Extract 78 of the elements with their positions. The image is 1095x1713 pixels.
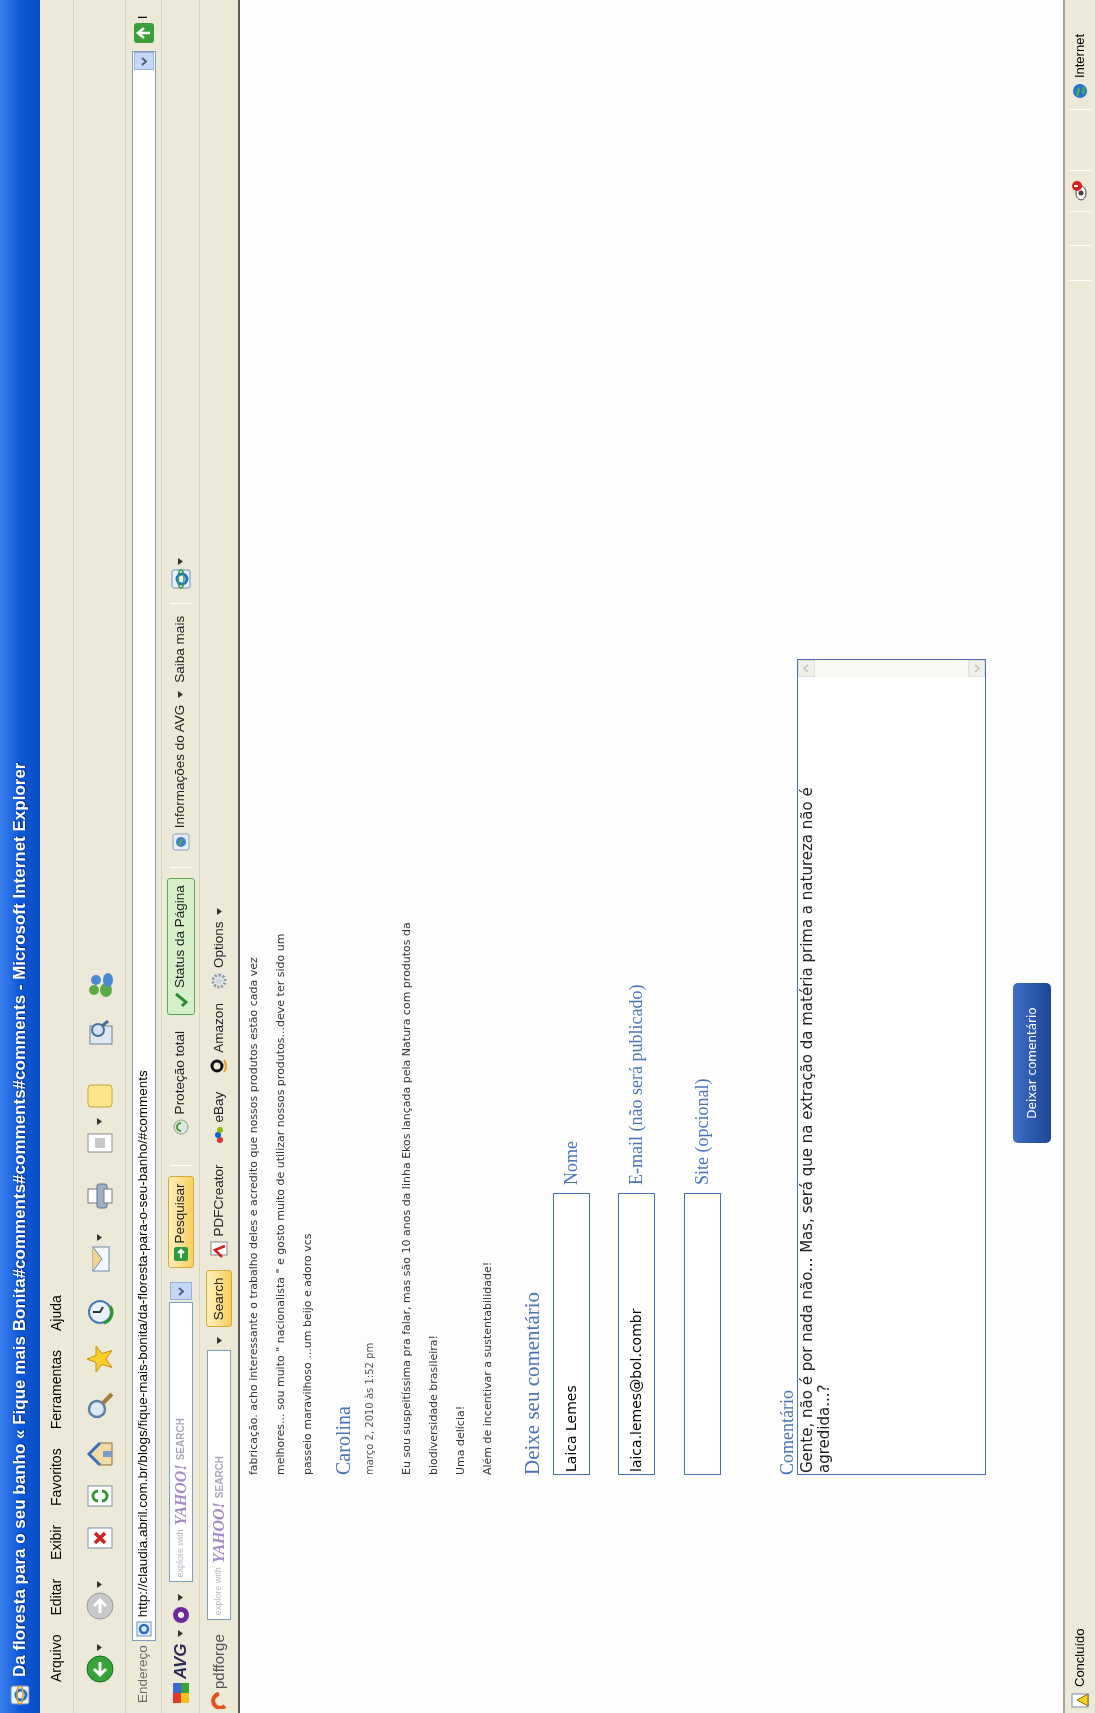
- field-label: Site (opcional): [691, 1078, 713, 1185]
- caret-icon[interactable]: [97, 1234, 102, 1241]
- info-menu-button[interactable]: Informações do AVG: [170, 690, 191, 852]
- swirl-logo-icon: [210, 1691, 228, 1709]
- go-label[interactable]: I: [133, 15, 154, 20]
- search-button[interactable]: Search: [206, 1270, 232, 1328]
- browser-icon[interactable]: [170, 568, 191, 589]
- caret-icon[interactable]: [97, 1644, 102, 1651]
- chevron-down-icon: [140, 56, 147, 66]
- browser-icon: [10, 1685, 30, 1705]
- search-button[interactable]: Pesquisar: [167, 1176, 194, 1269]
- back-icon[interactable]: [85, 1655, 114, 1683]
- caret-icon[interactable]: [216, 1337, 222, 1345]
- stop-icon[interactable]: [85, 1524, 114, 1552]
- comment-text: Uma delícia!: [453, 1405, 468, 1475]
- check-icon: [172, 992, 189, 1009]
- options-button[interactable]: Options: [208, 907, 230, 990]
- text-field[interactable]: Laica Lemes: [553, 1193, 590, 1475]
- chevron-down-icon: [177, 1286, 184, 1296]
- brand-logo: pdfforge: [208, 1634, 228, 1689]
- go-icon[interactable]: [133, 23, 154, 44]
- gear-icon: [211, 973, 227, 990]
- brand-logo: AVG: [169, 1643, 191, 1679]
- menu-item[interactable]: Favoritos: [46, 1447, 67, 1507]
- globe-icon: [171, 833, 190, 852]
- menu-item[interactable]: Ajuda: [46, 1294, 67, 1332]
- star-icon[interactable]: [85, 1345, 114, 1373]
- globe-icon: [1072, 83, 1088, 100]
- comment-date: março 2, 2010 às 1:52 pm: [363, 1342, 376, 1475]
- printer-icon[interactable]: [85, 1182, 114, 1210]
- learn-more-link[interactable]: Saiba mais: [170, 615, 191, 683]
- shield-icon: [172, 1119, 189, 1136]
- page-icon: [135, 1621, 152, 1638]
- dropdown-button[interactable]: [133, 52, 154, 71]
- field-label: Comentário: [777, 1390, 797, 1475]
- comment-text: Além de incentivar a sustentabilidade!: [480, 1261, 495, 1475]
- pdf-button[interactable]: PDFCreator: [208, 1164, 230, 1259]
- dropdown-button[interactable]: [169, 1282, 192, 1301]
- caret-icon[interactable]: [178, 557, 183, 565]
- comment-author: Carolina: [331, 1406, 355, 1475]
- comment-text: Eu sou suspeitíssima pra falar, mas são 10 anos da linha Ekos lançada pela Natura com produtos da biodiversidade brasileira!: [399, 922, 441, 1475]
- page-warning-icon: [1071, 1691, 1089, 1709]
- comment-text: fabricação. acho interessante o trabalho deles e acredito que nossos produtos estão cada vez melhores... sou muito " nacionalista " e gosto muito de utilizar nossos produtos...deve ter sido um passeio maravilhoso ...um beijo e adoro vcs: [246, 933, 315, 1475]
- caret-icon[interactable]: [97, 1118, 102, 1125]
- history-icon[interactable]: [85, 1298, 114, 1326]
- menu-item[interactable]: Arquivo: [46, 1633, 67, 1683]
- address-label: Endereço: [134, 1645, 152, 1703]
- privacy-eye-icon[interactable]: [1071, 181, 1089, 202]
- address-field[interactable]: http://claudia.abril.com.br/blogs/fique-mais-bonita/da-floresta-para-o-seu-banho/#comments: [131, 51, 156, 1642]
- field-label: E-mail (não será publicado): [625, 984, 647, 1185]
- colored-dots-icon: [212, 1126, 226, 1145]
- arrow-square-icon: [173, 1247, 188, 1262]
- caret-icon: [178, 690, 183, 698]
- window-title: Da floresta para o seu banho « Fique mais Bonita#comments#comments#comments - Microsoft Internet Explorer: [9, 762, 31, 1677]
- caret-icon[interactable]: [178, 1594, 183, 1602]
- submit-button[interactable]: Deixar comentário: [1013, 983, 1051, 1143]
- shop-button[interactable]: Amazon: [208, 1003, 230, 1074]
- field-label: Nome: [560, 1141, 582, 1185]
- caret-icon[interactable]: [178, 1630, 183, 1638]
- search-icon[interactable]: [85, 1392, 114, 1420]
- grid-logo-icon: [170, 1681, 191, 1703]
- text-field[interactable]: laica.lemes@bol.combr: [618, 1193, 655, 1475]
- pdf-icon: [210, 1240, 228, 1259]
- caret-icon[interactable]: [97, 1581, 102, 1588]
- comment-field[interactable]: Gente, não é por nada não... Mas, será que na extração da matéria prima a natureza não é agredida...?: [798, 714, 834, 1474]
- status-button[interactable]: Status da Página: [166, 878, 195, 1016]
- menu-item[interactable]: Editar: [46, 1577, 67, 1617]
- protection-button[interactable]: Proteção total: [170, 1031, 191, 1136]
- home-icon[interactable]: [85, 1440, 114, 1468]
- shop-button[interactable]: eBay: [208, 1091, 230, 1145]
- menu-item[interactable]: Ferramentas: [46, 1349, 67, 1431]
- menu-item[interactable]: Exibir: [46, 1523, 67, 1561]
- caret-icon: [216, 907, 222, 915]
- status-text: Concluído: [1071, 1628, 1089, 1687]
- refresh-icon[interactable]: [85, 1482, 114, 1510]
- zone-label: Internet: [1071, 34, 1089, 79]
- text-field[interactable]: [684, 1193, 721, 1475]
- form-title: Deixe seu comentário: [519, 1291, 545, 1475]
